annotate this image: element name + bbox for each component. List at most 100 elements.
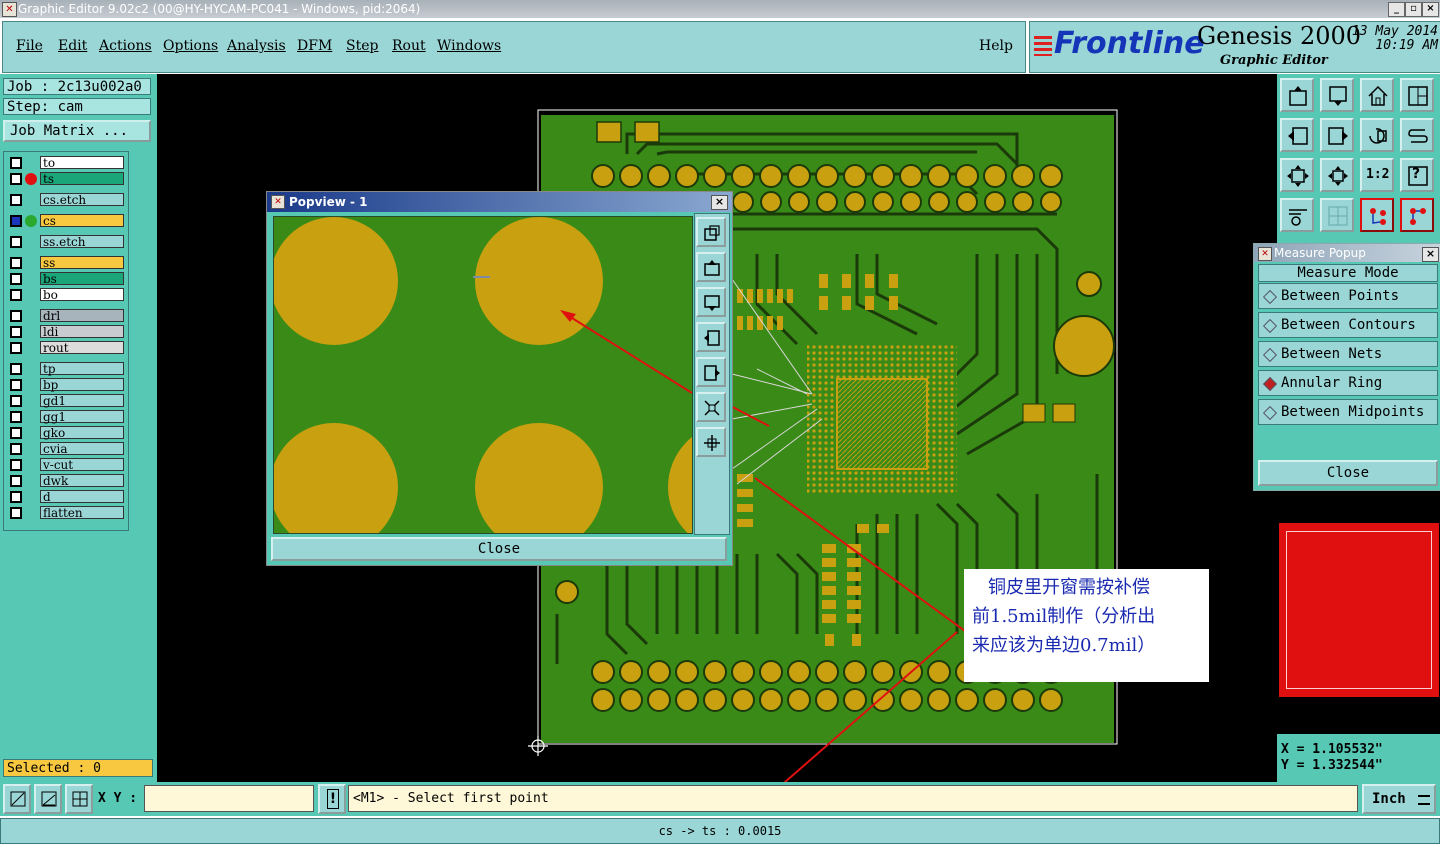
- layer-row-ss-etch[interactable]: ss.etch: [6, 235, 126, 249]
- layer-row-bo[interactable]: bo: [6, 288, 126, 302]
- layer-checkbox[interactable]: [10, 173, 22, 185]
- layer-row-bp[interactable]: bp: [6, 378, 126, 392]
- layer-row-cvia[interactable]: cvia: [6, 442, 126, 456]
- layer-name[interactable]: drl: [40, 309, 124, 323]
- measure-popup[interactable]: Measure Popup ✕ × Measure Mode Between P…: [1253, 243, 1440, 491]
- layer-checkbox[interactable]: [10, 342, 22, 354]
- layer-checkbox[interactable]: [10, 411, 22, 423]
- menu-rout[interactable]: Rout: [392, 38, 426, 54]
- layer-row-dwk[interactable]: dwk: [6, 474, 126, 488]
- layer-row-tp[interactable]: tp: [6, 362, 126, 376]
- pan-right-icon[interactable]: [1320, 118, 1354, 152]
- popview-window[interactable]: Popview - 1 ✕ × Close: [266, 191, 733, 566]
- popview-zoom-out-icon[interactable]: [696, 427, 726, 457]
- snap-icon[interactable]: [3, 784, 31, 814]
- minimize-button[interactable]: _: [1388, 2, 1405, 17]
- layer-name[interactable]: bo: [40, 288, 124, 302]
- layer-checkbox[interactable]: [10, 475, 22, 487]
- layer-name[interactable]: d: [40, 490, 124, 504]
- grid-snap-icon[interactable]: [65, 784, 93, 814]
- layer-name[interactable]: bs: [40, 272, 124, 286]
- layer-name[interactable]: v-cut: [40, 458, 124, 472]
- layer-checkbox[interactable]: [10, 257, 22, 269]
- layer-name[interactable]: cs: [40, 214, 124, 228]
- maximize-button[interactable]: ▫: [1405, 2, 1422, 17]
- measure-between-points[interactable]: Between Points: [1258, 283, 1438, 309]
- layer-checkbox[interactable]: [10, 491, 22, 503]
- angle-icon[interactable]: [34, 784, 62, 814]
- layer-name[interactable]: ss: [40, 256, 124, 270]
- layer-row-gg1[interactable]: gg1: [6, 410, 126, 424]
- menu-help[interactable]: Help: [979, 38, 1013, 54]
- layer-row-cs[interactable]: cs: [6, 214, 126, 228]
- menu-windows[interactable]: Windows: [437, 38, 501, 54]
- layer-row-bs[interactable]: bs: [6, 272, 126, 286]
- layer-name[interactable]: cs.etch: [40, 193, 124, 207]
- net-highlight-icon[interactable]: [1360, 198, 1394, 232]
- popview-pan-left-icon[interactable]: [696, 322, 726, 352]
- layer-row-ss[interactable]: ss: [6, 256, 126, 270]
- measure-popup-titlebar[interactable]: Measure Popup: [1254, 244, 1440, 262]
- menu-options[interactable]: Options: [163, 38, 218, 54]
- job-matrix-button[interactable]: Job Matrix ...: [3, 120, 151, 142]
- layer-checkbox[interactable]: [10, 326, 22, 338]
- zoom-window-up-icon[interactable]: [1280, 78, 1314, 112]
- layer-name[interactable]: flatten: [40, 506, 124, 520]
- menu-analysis[interactable]: Analysis: [227, 38, 286, 54]
- measure-between-contours[interactable]: Between Contours: [1258, 312, 1438, 338]
- home-icon[interactable]: [1360, 78, 1394, 112]
- layer-checkbox[interactable]: [10, 273, 22, 285]
- layer-name[interactable]: ss.etch: [40, 235, 124, 249]
- popview-pan-right-icon[interactable]: [696, 357, 726, 387]
- menu-file[interactable]: File: [16, 38, 43, 54]
- menu-step[interactable]: Step: [346, 38, 378, 54]
- layer-name[interactable]: dwk: [40, 474, 124, 488]
- layer-row-drl[interactable]: drl: [6, 309, 126, 323]
- menu-dfm[interactable]: DFM: [297, 38, 332, 54]
- measure-between-midpoints[interactable]: Between Midpoints: [1258, 399, 1438, 425]
- zoom-extents-icon[interactable]: [1280, 158, 1314, 192]
- layer-name[interactable]: rout: [40, 341, 124, 355]
- layer-row-cs-etch[interactable]: cs.etch: [6, 193, 126, 207]
- menu-actions[interactable]: Actions: [99, 38, 152, 54]
- layer-checkbox[interactable]: [10, 395, 22, 407]
- layer-name[interactable]: ldi: [40, 325, 124, 339]
- layer-row-v-cut[interactable]: v-cut: [6, 458, 126, 472]
- split-view-icon[interactable]: [1400, 78, 1434, 112]
- layer-name[interactable]: ts: [40, 172, 124, 186]
- layer-checkbox[interactable]: [10, 310, 22, 322]
- close-window-button[interactable]: ×: [1422, 2, 1439, 17]
- measure-between-nets[interactable]: Between Nets: [1258, 341, 1438, 367]
- zoom-window-down-icon[interactable]: [1320, 78, 1354, 112]
- menu-edit[interactable]: Edit: [58, 38, 87, 54]
- layer-checkbox[interactable]: [10, 507, 22, 519]
- measure-close-icon[interactable]: ×: [1422, 247, 1439, 262]
- rotate-icon[interactable]: [1360, 118, 1394, 152]
- layer-checkbox[interactable]: [10, 379, 22, 391]
- pan-left-icon[interactable]: [1280, 118, 1314, 152]
- layer-row-flatten[interactable]: flatten: [6, 506, 126, 520]
- layer-name[interactable]: gd1: [40, 394, 124, 408]
- mini-map[interactable]: [1277, 494, 1440, 734]
- popview-close-button[interactable]: Close: [271, 537, 727, 561]
- zoom-ratio-button[interactable]: 1:2: [1360, 158, 1394, 192]
- xy-input[interactable]: [144, 785, 314, 812]
- layer-name[interactable]: bp: [40, 378, 124, 392]
- layer-checkbox[interactable]: [10, 236, 22, 248]
- layer-checkbox[interactable]: [10, 157, 22, 169]
- popview-close-icon[interactable]: ×: [711, 195, 728, 210]
- popview-pan-down-icon[interactable]: [696, 287, 726, 317]
- measure-annular-ring[interactable]: Annular Ring: [1258, 370, 1438, 396]
- layer-checkbox[interactable]: [10, 363, 22, 375]
- layer-row-d[interactable]: d: [6, 490, 126, 504]
- popview-zoom-in-icon[interactable]: [696, 217, 726, 247]
- layer-name[interactable]: gko: [40, 426, 124, 440]
- layer-row-gko[interactable]: gko: [6, 426, 126, 440]
- unit-selector[interactable]: Inch: [1362, 784, 1436, 814]
- layer-name[interactable]: tp: [40, 362, 124, 376]
- layer-row-to[interactable]: to: [6, 156, 126, 170]
- popview-canvas[interactable]: [273, 216, 693, 534]
- tools-icon[interactable]: [1280, 198, 1314, 232]
- help-tool-button[interactable]: ?: [1400, 158, 1434, 192]
- alert-button[interactable]: !: [318, 784, 346, 814]
